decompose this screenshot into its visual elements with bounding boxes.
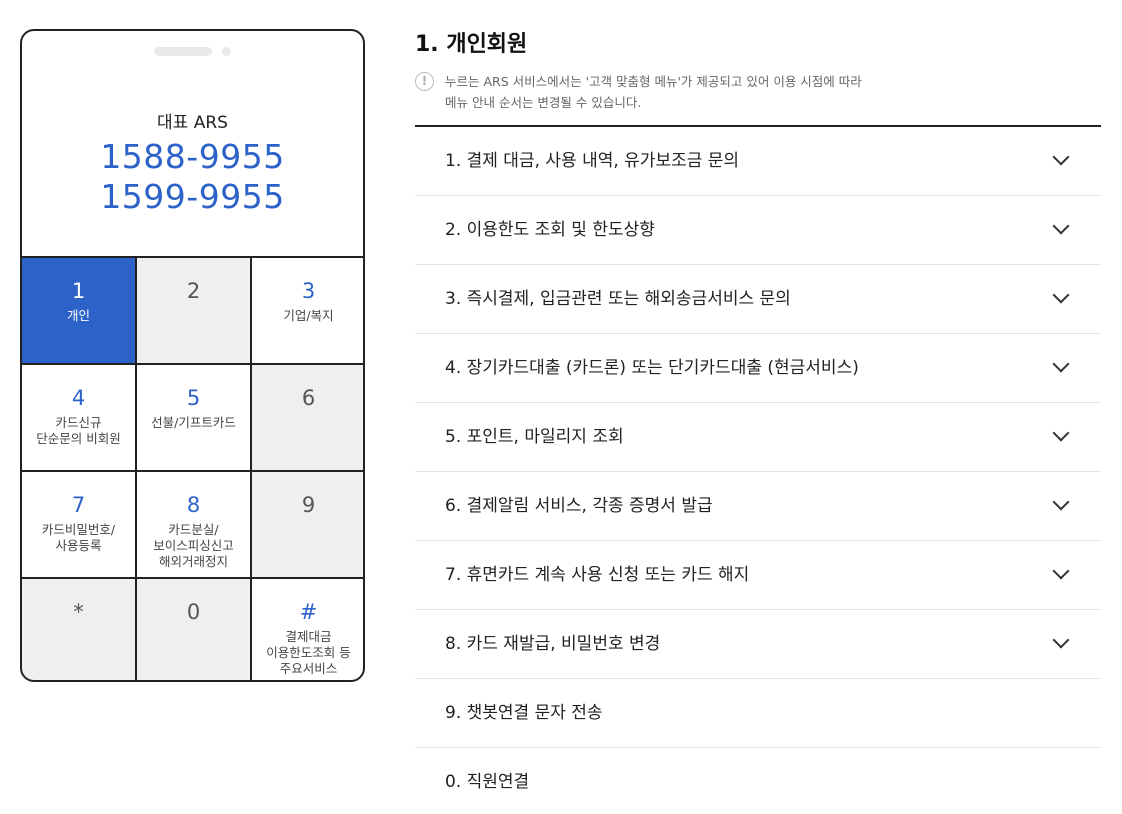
key-description: 카드비밀번호/ 사용등록 bbox=[41, 522, 116, 553]
menu-item-label: 9. 챗봇연결 문자 전송 bbox=[445, 703, 603, 723]
menu-item-label: 6. 결제알림 서비스, 각종 증명서 발급 bbox=[445, 496, 713, 516]
key-6[interactable]: 6 bbox=[252, 365, 363, 470]
key-hash[interactable]: # 결제대금 이용한도조회 등 주요서비스 bbox=[252, 579, 363, 680]
key-2[interactable]: 2 bbox=[137, 258, 250, 363]
key-number: 2 bbox=[186, 279, 201, 303]
menu-item-0[interactable]: 0. 직원연결 bbox=[415, 748, 1101, 814]
menu-item-8[interactable]: 8. 카드 재발급, 비밀번호 변경 bbox=[415, 610, 1101, 679]
menu-item-label: 3. 즉시결제, 입금관련 또는 해외송금서비스 문의 bbox=[445, 289, 791, 309]
menu-item-5[interactable]: 5. 포인트, 마일리지 조회 bbox=[415, 403, 1101, 472]
key-1[interactable]: 1 개인 bbox=[22, 258, 135, 363]
key-number: # bbox=[299, 600, 318, 624]
key-9[interactable]: 9 bbox=[252, 472, 363, 577]
menu-item-4[interactable]: 4. 장기카드대출 (카드론) 또는 단기카드대출 (현금서비스) bbox=[415, 334, 1101, 403]
chevron-down-icon bbox=[1052, 493, 1070, 511]
notice-text: 누르는 ARS 서비스에서는 '고객 맞춤형 메뉴'가 제공되고 있어 이용 시… bbox=[445, 74, 862, 110]
key-number: * bbox=[73, 600, 84, 624]
camera-icon bbox=[222, 47, 231, 56]
menu-item-label: 4. 장기카드대출 (카드론) 또는 단기카드대출 (현금서비스) bbox=[445, 358, 859, 378]
menu-item-label: 1. 결제 대금, 사용 내역, 유가보조금 문의 bbox=[445, 151, 740, 171]
info-icon: ! bbox=[415, 72, 434, 91]
key-description: 개인 bbox=[66, 308, 90, 323]
menu-item-label: 7. 휴면카드 계속 사용 신청 또는 카드 해지 bbox=[445, 565, 750, 585]
keypad-grid: 1 개인 2 3 기업/복지 4 카드신규 단순문의 비회원 5 선불/기프트카… bbox=[22, 258, 363, 680]
key-number: 0 bbox=[186, 600, 201, 624]
key-description: 결제대금 이용한도조회 등 주요서비스 bbox=[266, 629, 351, 676]
key-star[interactable]: * bbox=[22, 579, 135, 680]
key-description: 카드신규 단순문의 비회원 bbox=[36, 415, 121, 446]
key-number: 5 bbox=[186, 386, 201, 410]
key-3[interactable]: 3 기업/복지 bbox=[252, 258, 363, 363]
key-description: 선불/기프트카드 bbox=[151, 415, 236, 430]
menu-item-9[interactable]: 9. 챗봇연결 문자 전송 bbox=[415, 679, 1101, 748]
key-number: 9 bbox=[301, 493, 316, 517]
menu-item-label: 2. 이용한도 조회 및 한도상향 bbox=[445, 220, 655, 240]
key-description: 카드분실/ 보이스피싱신고 해외거래정지 bbox=[153, 522, 234, 569]
key-8[interactable]: 8 카드분실/ 보이스피싱신고 해외거래정지 bbox=[137, 472, 250, 577]
ars-label: 대표 ARS bbox=[157, 113, 228, 133]
key-number: 6 bbox=[301, 386, 316, 410]
menu-list: 1. 결제 대금, 사용 내역, 유가보조금 문의 2. 이용한도 조회 및 한… bbox=[415, 127, 1101, 814]
key-number: 4 bbox=[71, 386, 86, 410]
phone-screen: 대표 ARS 1588-9955 1599-9955 bbox=[22, 31, 363, 258]
ars-number-2: 1599-9955 bbox=[100, 177, 285, 216]
speaker-icon bbox=[154, 47, 212, 56]
menu-item-6[interactable]: 6. 결제알림 서비스, 각종 증명서 발급 bbox=[415, 472, 1101, 541]
chevron-down-icon bbox=[1052, 562, 1070, 580]
key-number: 3 bbox=[301, 279, 316, 303]
chevron-down-icon bbox=[1052, 355, 1070, 373]
chevron-down-icon bbox=[1052, 424, 1070, 442]
key-number: 1 bbox=[71, 279, 86, 303]
menu-item-2[interactable]: 2. 이용한도 조회 및 한도상향 bbox=[415, 196, 1101, 265]
chevron-down-icon bbox=[1052, 217, 1070, 235]
menu-item-3[interactable]: 3. 즉시결제, 입금관련 또는 해외송금서비스 문의 bbox=[415, 265, 1101, 334]
menu-section: 1. 개인회원 ! 누르는 ARS 서비스에서는 '고객 맞춤형 메뉴'가 제공… bbox=[415, 28, 1101, 814]
ars-number-1: 1588-9955 bbox=[100, 137, 285, 176]
phone-keypad-illustration: 대표 ARS 1588-9955 1599-9955 1 개인 2 3 기업/복… bbox=[20, 29, 365, 682]
chevron-down-icon bbox=[1052, 148, 1070, 166]
key-5[interactable]: 5 선불/기프트카드 bbox=[137, 365, 250, 470]
menu-item-1[interactable]: 1. 결제 대금, 사용 내역, 유가보조금 문의 bbox=[415, 127, 1101, 196]
key-number: 8 bbox=[186, 493, 201, 517]
key-number: 7 bbox=[71, 493, 86, 517]
menu-item-label: 8. 카드 재발급, 비밀번호 변경 bbox=[445, 634, 661, 654]
key-4[interactable]: 4 카드신규 단순문의 비회원 bbox=[22, 365, 135, 470]
page: 대표 ARS 1588-9955 1599-9955 1 개인 2 3 기업/복… bbox=[0, 0, 1122, 814]
key-description: 기업/복지 bbox=[283, 308, 334, 323]
menu-item-7[interactable]: 7. 휴면카드 계속 사용 신청 또는 카드 해지 bbox=[415, 541, 1101, 610]
key-7[interactable]: 7 카드비밀번호/ 사용등록 bbox=[22, 472, 135, 577]
chevron-down-icon bbox=[1052, 286, 1070, 304]
chevron-down-icon bbox=[1052, 631, 1070, 649]
notice: ! 누르는 ARS 서비스에서는 '고객 맞춤형 메뉴'가 제공되고 있어 이용… bbox=[415, 71, 1101, 125]
key-0[interactable]: 0 bbox=[137, 579, 250, 680]
menu-item-label: 0. 직원연결 bbox=[445, 772, 530, 792]
menu-item-label: 5. 포인트, 마일리지 조회 bbox=[445, 427, 624, 447]
section-title: 1. 개인회원 bbox=[415, 32, 528, 57]
